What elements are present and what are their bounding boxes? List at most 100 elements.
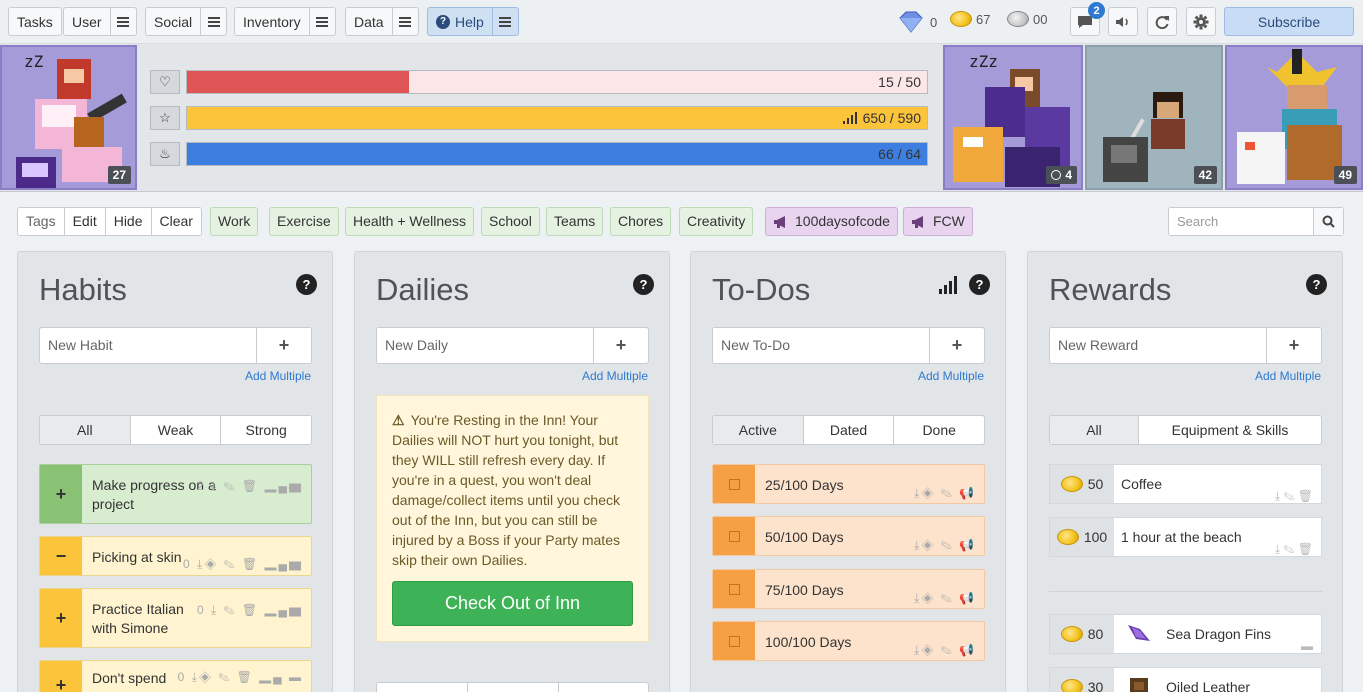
tab-all[interactable]: All [1050,416,1139,444]
todo-row[interactable]: 75/100 Days ⤓◈ ✎ 📢 [712,569,985,609]
gold-counter: 67 [950,11,990,27]
habit-minus-button[interactable]: − [40,537,82,575]
tag-work[interactable]: Work [210,207,259,236]
search-input[interactable]: Search [1169,208,1313,235]
m3-level: 49 [1333,166,1357,184]
tag-100daysofcode[interactable]: 100daysofcode [765,207,898,236]
habit-row[interactable]: + Don't spend 0 ⤓◈ ✎ 🗑 ▂▄ ▬ [39,660,312,692]
habit-plus-button[interactable]: + [40,661,82,692]
tag-exercise[interactable]: Exercise [269,207,339,236]
checkbox-icon [728,635,740,647]
nav-tasks-label: Tasks [17,13,53,30]
tab-dated[interactable]: Dated [804,416,895,444]
add-multiple-rewards-link[interactable]: Add Multiple [1255,369,1321,383]
new-reward-input[interactable]: New Reward [1050,328,1266,363]
todo-checkbox[interactable] [713,622,755,660]
nav-data[interactable]: Data [345,7,419,36]
party-member-2[interactable]: 42 [1085,45,1223,190]
habit-count: 0 [183,557,192,571]
todo-checkbox[interactable] [713,465,755,503]
edit-tags-button[interactable]: Edit [65,208,106,235]
silver-counter: 00 [1007,11,1047,27]
subscribe-button[interactable]: Subscribe [1224,7,1354,36]
tag-fcw[interactable]: FCW [903,207,973,236]
menu-icon[interactable] [308,8,335,35]
tab-equipment-skills[interactable]: Equipment & Skills [1139,416,1321,444]
add-daily-button[interactable]: + [593,328,648,363]
hide-tags-button[interactable]: Hide [106,208,152,235]
tag-school[interactable]: School [481,207,540,236]
help-icon[interactable]: ? [969,274,990,295]
menu-icon[interactable] [491,8,518,35]
habit-plus-button[interactable]: + [40,589,82,647]
comment-icon[interactable]: ▬ [1301,680,1313,692]
shop-item-row[interactable]: 30 Oiled Leather ▬ [1049,667,1322,692]
habit-row[interactable]: + Practice Italian with Simone 0 ⤓ ✎ 🗑 ▂… [39,588,312,648]
tags-button[interactable]: Tags [18,208,65,235]
inn-message: ⚠ You're Resting in the Inn! Your Dailies… [392,410,638,570]
health-value: 15 / 50 [878,74,921,90]
new-todo-input[interactable]: New To-Do [713,328,929,363]
comment-icon[interactable]: ▬ [1301,627,1313,665]
habit-count: 2 [197,479,206,493]
shop-item-row[interactable]: 80 Sea Dragon Fins ▬ [1049,614,1322,654]
clear-tags-button[interactable]: Clear [152,208,201,235]
add-multiple-dailies-link[interactable]: Add Multiple [582,369,648,383]
todo-label: 25/100 Days [765,477,844,493]
top-nav: Tasks User Social Inventory Data ? Help … [0,0,1363,44]
menu-icon[interactable] [200,8,226,35]
todo-row[interactable]: 50/100 Days ⤓◈ ✎ 📢 [712,516,985,556]
tab-active[interactable]: Active [713,416,804,444]
todo-row[interactable]: 25/100 Days ⤓◈ ✎ 📢 [712,464,985,504]
help-icon[interactable]: ? [633,274,654,295]
sound-button[interactable] [1108,7,1138,36]
search-button[interactable] [1313,208,1343,235]
stats-bars-icon[interactable] [939,276,959,297]
tab-divider [558,683,559,692]
svg-text:zZz: zZz [969,52,998,71]
add-habit-button[interactable]: + [256,328,311,363]
my-avatar[interactable]: zZ 27 [0,45,137,190]
tag-creativity[interactable]: Creativity [679,207,754,236]
help-icon[interactable]: ? [1306,274,1327,295]
todo-row[interactable]: 100/100 Days ⤓◈ ✎ 📢 [712,621,985,661]
new-habit-input[interactable]: New Habit [40,328,256,363]
add-reward-button[interactable]: + [1266,328,1321,363]
silver-coin-icon [1007,11,1029,27]
new-daily-input[interactable]: New Daily [377,328,593,363]
party-member-1[interactable]: zZz 4 [943,45,1083,190]
gems-counter[interactable]: 0 [896,11,937,33]
tag-health-wellness[interactable]: Health + Wellness [345,207,474,236]
add-todo-button[interactable]: + [929,328,984,363]
menu-icon[interactable] [391,8,418,35]
add-multiple-habits-link[interactable]: Add Multiple [245,369,311,383]
reward-row[interactable]: 100 1 hour at the beach ⤓ ✎ 🗑 [1049,517,1322,557]
habit-row[interactable]: + Make progress on a project 2 ⤓ ✎ 🗑 ▂▄▆ [39,464,312,524]
tab-done[interactable]: Done [894,416,984,444]
tab-weak[interactable]: Weak [131,416,222,444]
nav-user[interactable]: User [63,7,137,36]
notifications-button[interactable]: 2 [1070,2,1105,36]
refresh-icon [1155,15,1169,29]
tag-teams[interactable]: Teams [546,207,604,236]
sync-button[interactable] [1147,7,1177,36]
settings-button[interactable] [1186,7,1216,36]
habit-row[interactable]: − Picking at skin 0 ⤓◈ ✎ 🗑 ▂▄▆ [39,536,312,576]
menu-icon[interactable] [109,8,136,35]
tab-all[interactable]: All [40,416,131,444]
new-reward-field: New Reward + [1049,327,1322,364]
help-icon[interactable]: ? [296,274,317,295]
nav-help[interactable]: ? Help [427,7,519,36]
tab-strong[interactable]: Strong [221,416,311,444]
todo-checkbox[interactable] [713,570,755,608]
habit-plus-button[interactable]: + [40,465,82,523]
add-multiple-todos-link[interactable]: Add Multiple [918,369,984,383]
todo-checkbox[interactable] [713,517,755,555]
tag-chores[interactable]: Chores [610,207,672,236]
check-out-inn-button[interactable]: Check Out of Inn [392,581,633,626]
nav-tasks[interactable]: Tasks [8,7,62,36]
nav-inventory[interactable]: Inventory [234,7,336,36]
reward-row[interactable]: 50 Coffee ⤓ ✎ 🗑 [1049,464,1322,504]
nav-social[interactable]: Social [145,7,228,36]
party-member-3[interactable]: 49 [1225,45,1363,190]
